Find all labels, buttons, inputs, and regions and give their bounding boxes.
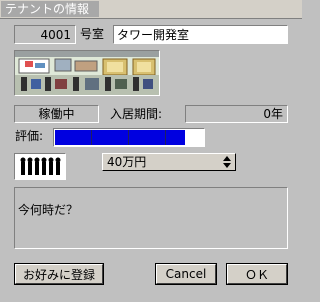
window-title: テナントの情報 [1,1,100,17]
room-number-field: 4001 [14,25,76,44]
people-icon-box [14,153,66,180]
ok-button[interactable]: ＯＫ [226,263,288,285]
message-box: 今何時だ？ [14,187,288,249]
tenant-name-input[interactable]: タワー開発室 [113,25,288,44]
tenant-name: タワー開発室 [117,28,190,42]
rating-gauge [53,128,205,147]
gauge-divider [165,130,166,145]
room-number: 4001 [40,28,71,42]
period-field: 0年 [185,105,288,123]
gauge-divider [128,130,129,145]
rating-label: 評価: [15,129,44,143]
add-to-favorites-button[interactable]: お好みに登録 [14,263,104,285]
room-picture [14,50,160,96]
people-icon [20,157,61,175]
message-text: 今何時だ？ [18,203,79,217]
cancel-button[interactable]: Cancel [155,263,217,285]
gauge-divider [91,130,92,145]
rent-selected: 40万円 [107,155,147,169]
period-value: 0年 [263,107,283,121]
updown-arrows-icon [221,154,233,170]
office-room-picture [15,51,159,95]
rent-select[interactable]: 40万円 [102,153,236,171]
status-text: 稼働中 [38,107,75,121]
title-bar: テナントの情報 [0,0,302,19]
period-label: 入居期間: [110,107,163,121]
status-field: 稼働中 [14,105,99,123]
room-suffix-label: 号室 [80,27,105,41]
